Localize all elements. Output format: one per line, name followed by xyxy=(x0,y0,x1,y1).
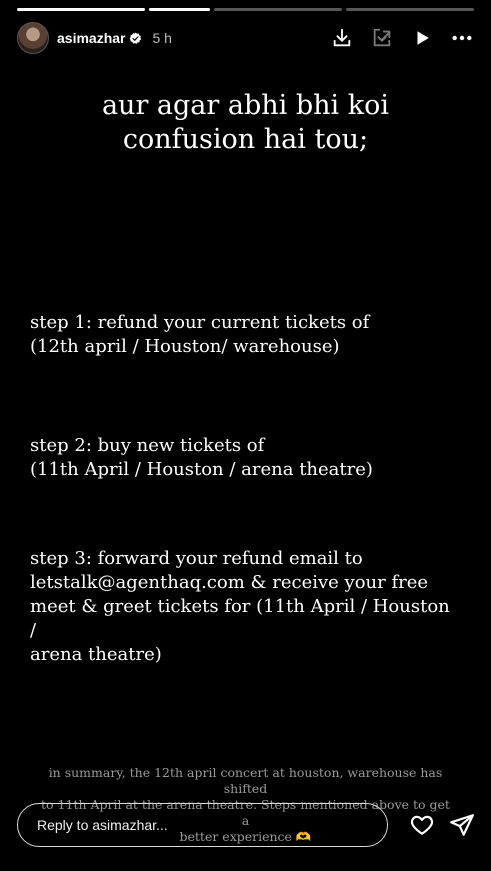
step-line: meet & greet tickets for (11th April / H… xyxy=(30,596,450,641)
step-line: (11th April / Houston / arena theatre) xyxy=(30,459,373,480)
progress-segment xyxy=(345,8,474,11)
step-line: (12th april / Houston/ warehouse) xyxy=(30,336,340,357)
step-line: step 1: refund your current tickets of xyxy=(30,312,370,333)
step-2: step 2: buy new tickets of (11th April /… xyxy=(30,434,461,482)
username[interactable]: asimazhar xyxy=(57,30,125,46)
step-3: step 3: forward your refund email to let… xyxy=(30,547,461,667)
progress-segment xyxy=(17,8,146,11)
download-icon[interactable] xyxy=(329,25,355,51)
step-line: arena theatre) xyxy=(30,644,162,665)
step-1: step 1: refund your current tickets of (… xyxy=(30,311,461,359)
progress-segment xyxy=(213,8,342,11)
more-icon[interactable] xyxy=(449,25,475,51)
share-icon[interactable] xyxy=(449,812,475,838)
title-line: confusion hai tou; xyxy=(122,124,369,155)
verified-icon xyxy=(130,32,142,44)
title-line: aur agar abhi bhi koi xyxy=(101,90,390,121)
play-icon[interactable] xyxy=(409,25,435,51)
avatar[interactable] xyxy=(17,22,49,54)
story-header: asimazhar 5 h xyxy=(17,21,475,55)
reply-input[interactable] xyxy=(17,803,388,847)
heart-icon[interactable] xyxy=(409,812,435,838)
reply-bar xyxy=(17,803,475,847)
post-time: 5 h xyxy=(152,30,172,46)
progress-segment xyxy=(149,8,210,11)
story-title: aur agar abhi bhi koi confusion hai tou; xyxy=(0,89,491,157)
step-line: letstalk@agenthaq.com & receive your fre… xyxy=(30,572,429,593)
add-to-story-icon[interactable] xyxy=(369,25,395,51)
step-line: step 3: forward your refund email to xyxy=(30,548,363,569)
story-progress xyxy=(17,8,474,11)
step-line: step 2: buy new tickets of xyxy=(30,435,265,456)
summary-line: in summary, the 12th april concert at ho… xyxy=(48,765,443,796)
